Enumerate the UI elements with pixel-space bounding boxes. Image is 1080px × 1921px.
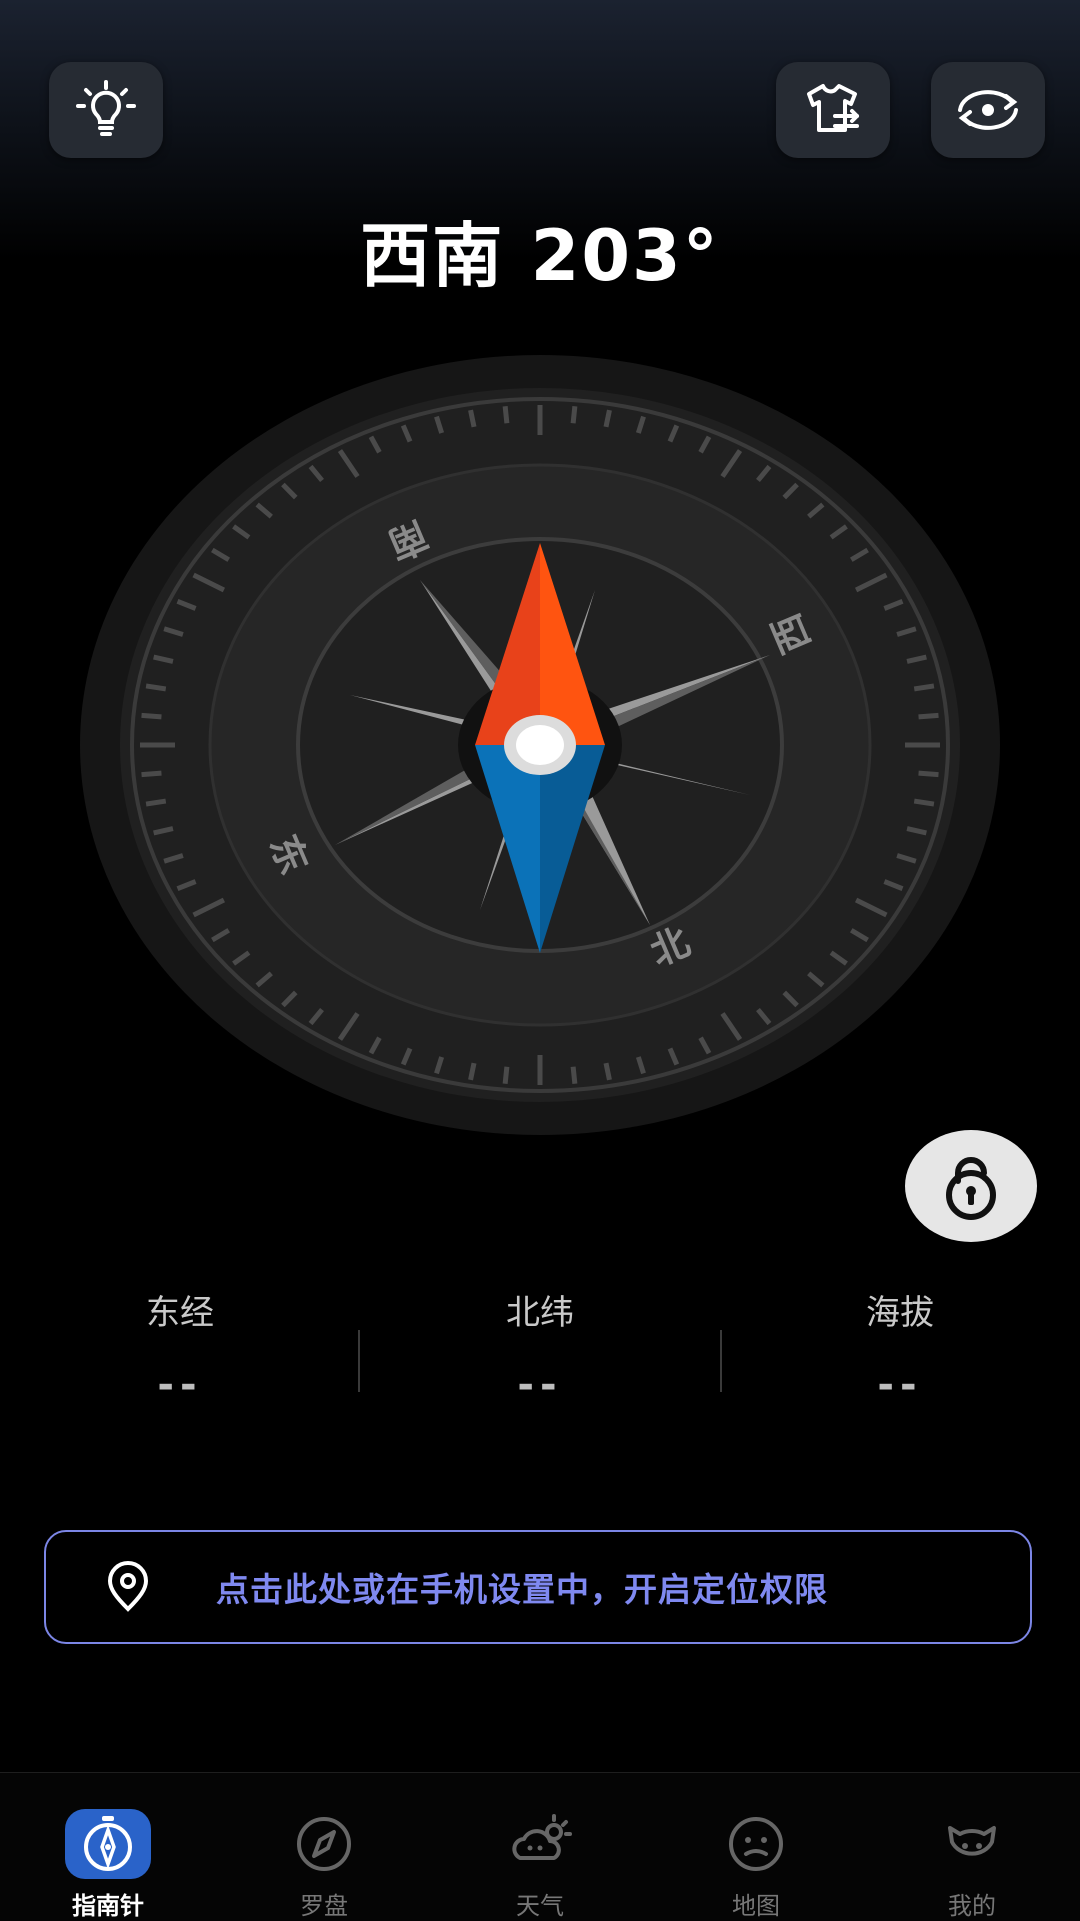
profile-icon <box>930 1809 1014 1879</box>
heading-direction: 西南 <box>360 215 505 297</box>
dial-tick <box>141 770 162 778</box>
tab-weather[interactable]: 天气 <box>432 1773 648 1921</box>
rotate-eye-icon <box>958 90 1018 130</box>
tshirt-swap-icon <box>807 84 859 132</box>
dial-tick <box>145 798 167 807</box>
lightbulb-icon <box>76 80 136 136</box>
dial-tick <box>468 409 477 428</box>
latitude-readout: 北纬 -- <box>360 1285 720 1408</box>
weather-icon <box>498 1809 582 1879</box>
tab-map[interactable]: 地图 <box>648 1773 864 1921</box>
dial-tick <box>918 770 939 778</box>
theme-skin-button[interactable] <box>776 62 890 158</box>
altitude-label: 海拔 <box>866 1293 934 1333</box>
dial-tick <box>502 1066 510 1084</box>
calibrate-button[interactable] <box>931 62 1045 158</box>
unlock-icon <box>946 1157 996 1220</box>
dial-tick <box>913 798 935 807</box>
tab-label: 地图 <box>732 1892 780 1920</box>
latitude-value: -- <box>517 1362 563 1408</box>
tab-profile[interactable]: 我的 <box>864 1773 1080 1921</box>
compass-dial[interactable]: 南 西 东 北 <box>80 355 1000 1135</box>
dial-tick <box>603 1062 612 1081</box>
dial-tick <box>141 712 162 720</box>
dial-tick <box>502 406 510 424</box>
lock-rotation-button[interactable] <box>905 1130 1037 1242</box>
compass-tab-icon <box>65 1809 151 1879</box>
heading-degrees: 203° <box>530 215 720 297</box>
dial-tick <box>913 683 935 692</box>
tab-label: 指南针 <box>72 1892 144 1920</box>
location-readouts: 东经 -- 北纬 -- 海拔 -- <box>0 1285 1080 1415</box>
permission-text: 点击此处或在手机设置中，开启定位权限 <box>216 1570 828 1609</box>
tab-label: 罗盘 <box>300 1892 348 1920</box>
dial-tick <box>918 712 939 720</box>
dial-tick <box>145 683 167 692</box>
tab-compass[interactable]: 指南针 <box>0 1773 216 1921</box>
tab-dial[interactable]: 罗盘 <box>216 1773 432 1921</box>
dial-tick <box>570 406 578 424</box>
location-pin-icon <box>107 1561 149 1612</box>
map-icon <box>714 1809 798 1879</box>
bottom-tab-bar: 指南针 罗盘 天气 地图 我的 <box>0 1772 1080 1921</box>
dial-tick <box>570 1066 578 1084</box>
altitude-value: -- <box>877 1362 923 1408</box>
flashlight-button[interactable] <box>49 62 163 158</box>
dial-tick <box>468 1062 477 1081</box>
longitude-value: -- <box>157 1362 203 1408</box>
latitude-label: 北纬 <box>506 1293 574 1333</box>
longitude-readout: 东经 -- <box>0 1285 360 1408</box>
tab-label: 我的 <box>948 1892 996 1920</box>
dial-icon <box>282 1809 366 1879</box>
altitude-readout: 海拔 -- <box>720 1285 1080 1408</box>
tab-label: 天气 <box>516 1892 564 1920</box>
location-permission-banner[interactable]: 点击此处或在手机设置中，开启定位权限 <box>44 1530 1032 1644</box>
heading-readout: 西南 203° <box>0 200 1080 301</box>
dial-tick <box>603 409 612 428</box>
longitude-label: 东经 <box>146 1293 214 1333</box>
